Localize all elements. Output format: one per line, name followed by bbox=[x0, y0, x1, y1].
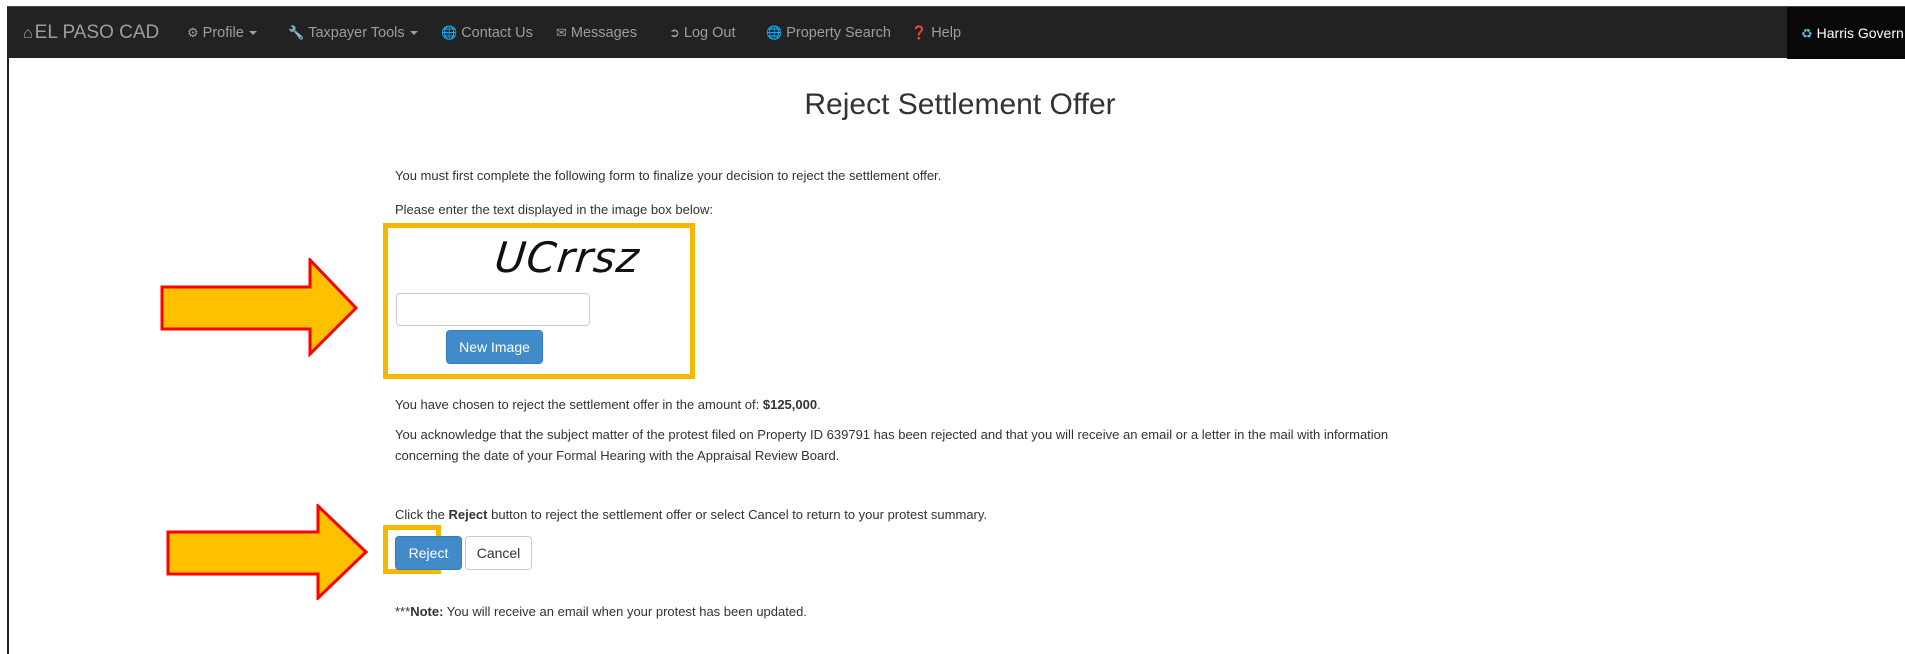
nav-property-search[interactable]: 🌐 Property Search bbox=[766, 7, 891, 59]
captcha-pointer-arrow-icon bbox=[160, 258, 359, 358]
amount-suffix: . bbox=[817, 397, 821, 412]
caret-down-icon bbox=[409, 31, 418, 36]
cancel-button[interactable]: Cancel bbox=[465, 536, 532, 570]
amount-prefix: You have chosen to reject the settlement… bbox=[395, 397, 763, 412]
intro-text: You must first complete the following fo… bbox=[395, 168, 942, 183]
amount-text: You have chosen to reject the settlement… bbox=[395, 397, 821, 412]
captcha-prompt: Please enter the text displayed in the i… bbox=[395, 202, 713, 217]
captcha-input[interactable] bbox=[396, 293, 590, 326]
nav-profile[interactable]: ⚙ Profile bbox=[187, 7, 257, 59]
nav-log-out-label: Log Out bbox=[683, 25, 736, 41]
note-body: You will receive an email when your prot… bbox=[443, 604, 807, 619]
nav-taxpayer-tools-label: Taxpayer Tools bbox=[308, 25, 405, 41]
page-title: Reject Settlement Offer bbox=[804, 88, 1116, 121]
top-navbar: ⌂ EL PASO CAD ⚙ Profile 🔧 Taxpayer Tools 🌐 C… bbox=[7, 6, 1905, 59]
click-prefix: Click the bbox=[395, 507, 449, 522]
nav-messages[interactable]: ✉ Messages bbox=[556, 7, 637, 59]
note-label: Note: bbox=[410, 604, 444, 619]
reject-button[interactable]: Reject bbox=[395, 536, 462, 570]
cogs-icon: ⚙ bbox=[187, 25, 199, 40]
nav-taxpayer-tools[interactable]: 🔧 Taxpayer Tools bbox=[288, 7, 418, 59]
logout-icon: ➲ bbox=[669, 25, 680, 40]
nav-log-out[interactable]: ➲ Log Out bbox=[669, 7, 736, 59]
recycle-icon: ♻ bbox=[1801, 26, 1813, 41]
click-bold: Reject bbox=[448, 507, 488, 522]
nav-user-label: Harris Govern bbox=[1816, 25, 1904, 41]
nav-property-search-label: Property Search bbox=[786, 25, 891, 41]
nav-profile-label: Profile bbox=[202, 25, 244, 41]
nav-help-label: Help bbox=[931, 25, 962, 41]
nav-contact-us-label: Contact Us bbox=[461, 25, 533, 41]
note-prefix: *** bbox=[395, 604, 411, 619]
click-instruction: Click the Reject button to reject the se… bbox=[395, 507, 987, 522]
new-image-button[interactable]: New Image bbox=[446, 330, 543, 364]
amount-value: $125,000 bbox=[762, 397, 818, 412]
wrench-icon: 🔧 bbox=[288, 25, 305, 40]
envelope-icon: ✉ bbox=[556, 25, 567, 40]
left-border bbox=[7, 58, 9, 654]
nav-contact-us[interactable]: 🌐 Contact Us bbox=[441, 7, 533, 59]
brand-link[interactable]: ⌂ EL PASO CAD bbox=[23, 7, 159, 59]
click-suffix: button to reject the settlement offer or… bbox=[487, 507, 988, 522]
nav-user-menu[interactable]: ♻ Harris Govern bbox=[1787, 7, 1905, 59]
nav-help[interactable]: ❓ Help bbox=[911, 7, 961, 59]
acknowledge-line-1: You acknowledge that the subject matter … bbox=[395, 427, 1389, 442]
globe-icon: 🌐 bbox=[441, 25, 458, 40]
home-icon: ⌂ bbox=[23, 25, 33, 42]
note-text: ***Note: You will receive an email when … bbox=[395, 604, 807, 619]
nav-messages-label: Messages bbox=[570, 25, 637, 41]
captcha-image: UCrrsz bbox=[492, 233, 643, 282]
reject-pointer-arrow-icon bbox=[166, 504, 369, 600]
brand-label: EL PASO CAD bbox=[34, 22, 160, 43]
globe-icon: 🌐 bbox=[766, 25, 783, 40]
question-icon: ❓ bbox=[911, 25, 928, 40]
acknowledge-line-2: concerning the date of your Formal Heari… bbox=[395, 448, 840, 463]
caret-down-icon bbox=[248, 31, 257, 36]
